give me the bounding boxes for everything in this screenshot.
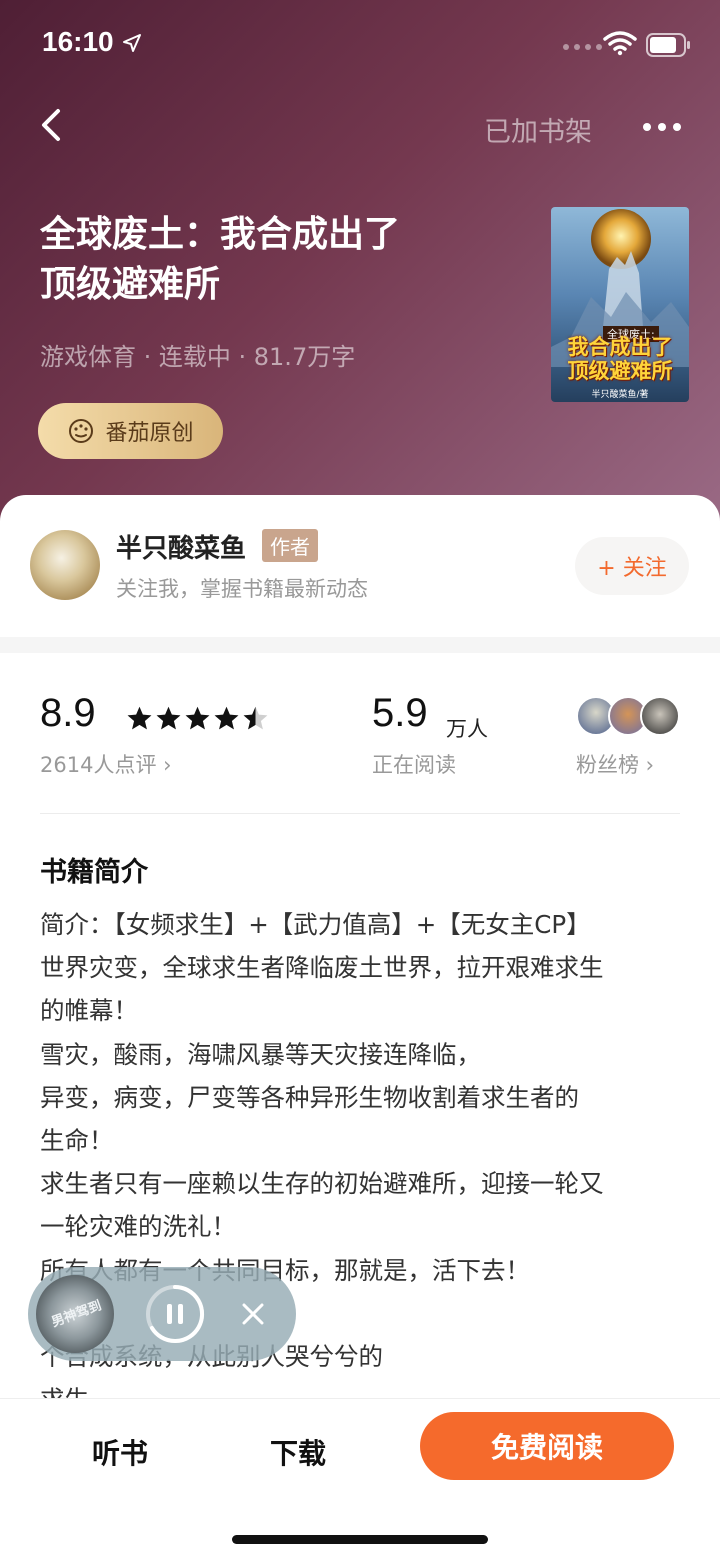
star-icon [127,706,152,730]
intro-line: 一轮灾难的洗礼！ [40,1212,236,1242]
listen-button[interactable]: 听书 [92,1432,148,1472]
cover-title-line-2: 顶级避难所 [567,359,673,383]
close-icon[interactable] [236,1297,270,1331]
cover-title-line-1: 我合成出了 [567,335,673,359]
star-icon [214,706,239,730]
download-button[interactable]: 下载 [270,1432,326,1472]
stats-divider [40,813,680,814]
home-indicator [232,1535,488,1544]
status-time: 16:10 [42,26,114,57]
author-tag: 作者 [262,529,318,562]
cover-title: 我合成出了 顶级避难所 [551,335,689,383]
fan-avatar [640,696,680,736]
book-meta: 游戏体育 · 连载中 · 81.7万字 [40,343,356,371]
book-title-line-1: 全球废土：我合成出了 [40,214,401,255]
star-icon [156,706,181,730]
rating-count-link[interactable]: 2614人点评 › [40,749,172,779]
star-icon [243,706,268,730]
follow-button[interactable]: + 关注 [575,537,689,595]
free-read-button[interactable]: 免费阅读 [420,1412,674,1480]
back-icon[interactable] [30,103,74,147]
intro-line: 生命！ [40,1126,114,1156]
readers-value: 5.9 [372,691,428,735]
added-to-shelf-button[interactable]: 已加书架 [484,110,592,149]
status-bar: 16:10 [0,0,720,90]
bottom-action-bar: 听书 下载 免费阅读 [0,1398,720,1559]
intro-title: 书籍简介 [40,857,148,888]
intro-line: 的帷幕！ [40,996,138,1026]
fan-ranking-link[interactable]: 粉丝榜 › [576,749,654,779]
fan-avatars[interactable] [576,696,686,736]
readers-label: 正在阅读 [372,753,456,777]
author-name[interactable]: 半只酸菜鱼 [116,528,246,565]
player-cover-disc[interactable]: 男神驾到 [36,1275,114,1353]
readers-unit: 万人 [446,717,488,741]
book-stats: 8.9 2614人点评 › 5.9 万人 正在阅读 粉丝榜 › [0,653,720,813]
star-icon [185,706,210,730]
intro-line: 异变，病变，尸变等各种异形生物收割着求生者的 [40,1082,579,1112]
intro-line: 简介：【女频求生】+【武力值高】+【无女主CP】 [40,910,591,939]
cover-author: 半只酸菜鱼/著 [591,390,649,400]
location-arrow-icon [123,34,141,52]
rating-stars [126,705,269,732]
pause-icon[interactable] [144,1283,206,1345]
intro-line: 世界灾变，全球求生者降临废土世界，拉开艰难求生 [40,953,604,983]
intro-line: 求生者只有一座赖以生存的初始避难所，迎接一轮又 [40,1169,604,1199]
book-title: 全球废土：我合成出了 顶级避难所 [40,210,510,310]
battery-icon [646,33,690,57]
book-cover[interactable]: 全球废土: 我合成出了 顶级避难所 半只酸菜鱼/著 [551,207,689,402]
author-row[interactable]: 半只酸菜鱼 作者 关注我，掌握书籍最新动态 + 关注 [0,495,720,637]
tomato-original-icon [69,419,94,443]
wifi-icon [603,31,637,56]
rating-value: 8.9 [40,691,96,735]
cellular-signal-icon [563,44,602,50]
origin-badge-label: 番茄原创 [105,421,194,446]
book-header: 16:10 已加书架 全球废土：我合成出了 顶级避难所 游戏体育 · 连载中 ·… [0,0,720,530]
more-icon[interactable] [640,112,684,142]
origin-badge[interactable]: 番茄原创 [38,403,223,459]
player-disc-text: 男神驾到 [49,1298,104,1331]
section-divider [0,637,720,653]
audio-mini-player[interactable]: 男神驾到 [28,1267,296,1361]
book-title-line-2: 顶级避难所 [40,264,221,305]
author-avatar[interactable] [30,530,100,600]
author-desc: 关注我，掌握书籍最新动态 [116,577,368,601]
intro-line: 雪灾，酸雨，海啸风暴等天灾接连降临， [40,1039,481,1069]
